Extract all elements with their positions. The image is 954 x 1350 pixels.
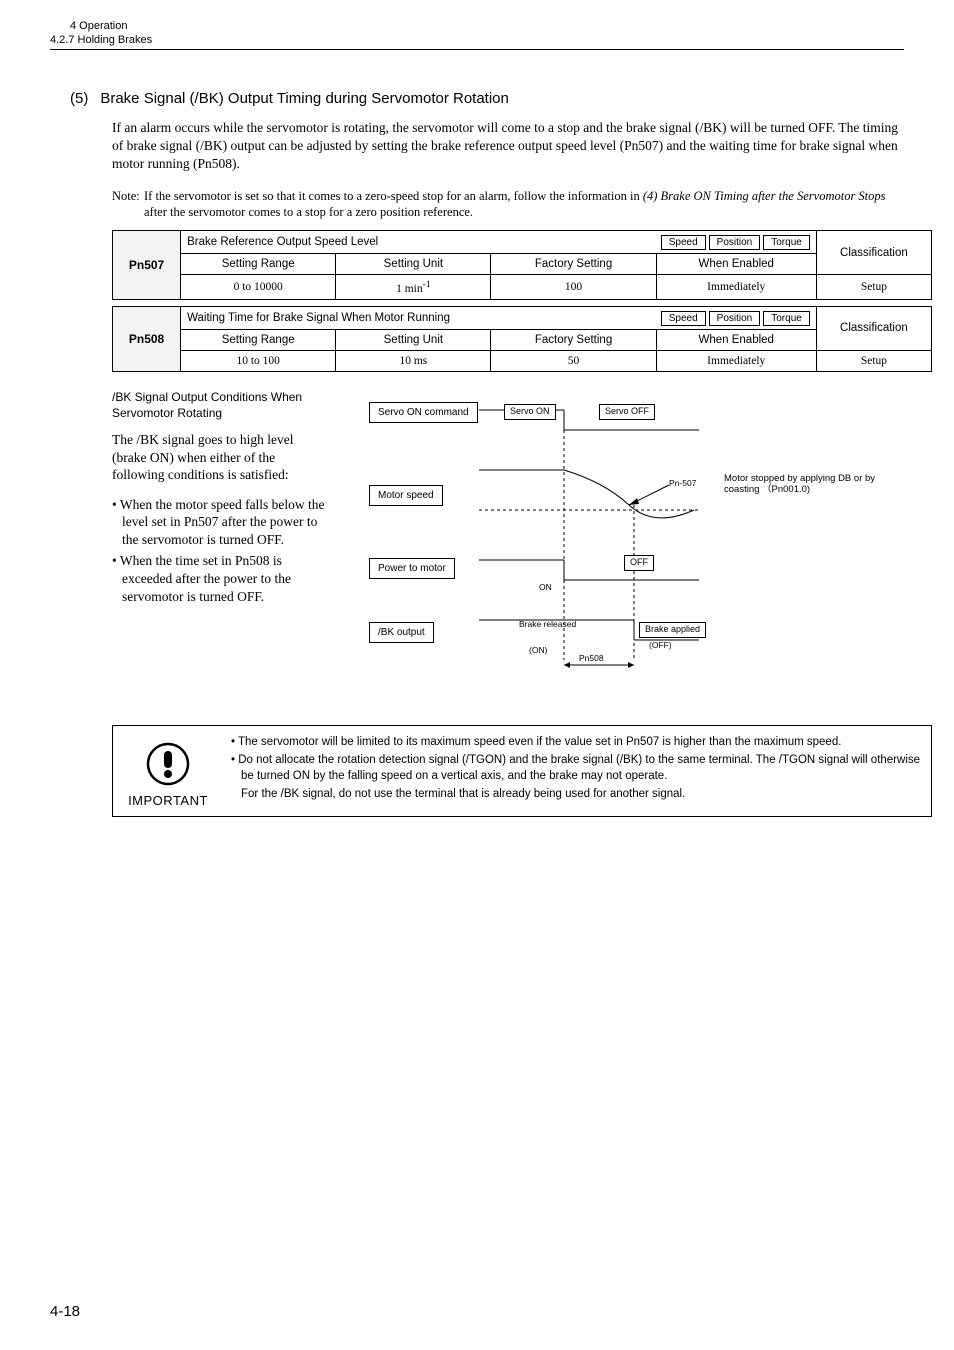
badge-torque: Torque	[763, 311, 810, 326]
th-range: Setting Range	[181, 329, 336, 350]
important-bullet-1: • The servomotor will be limited to its …	[231, 734, 921, 750]
page-number: 4-18	[50, 1303, 80, 1320]
important-label: IMPORTANT	[123, 793, 213, 808]
timing-diagram: Servo ON command Servo ON Servo OFF Moto…	[349, 390, 904, 690]
classification-header: Classification	[816, 306, 931, 350]
badge-position: Position	[709, 311, 761, 326]
th-factory: Factory Setting	[491, 254, 656, 275]
section-header: 4.2.7 Holding Brakes	[50, 34, 904, 46]
pn508-unit: 10 ms	[336, 350, 491, 371]
label-bk-output: /BK output	[369, 622, 434, 643]
off-box: OFF	[624, 555, 654, 571]
pn507-range: 0 to 10000	[181, 275, 336, 300]
badge-speed: Speed	[661, 311, 706, 326]
param-table-pn508: Pn508 Waiting Time for Brake Signal When…	[112, 306, 932, 372]
pn507-id: Pn507	[113, 231, 181, 300]
brake-applied-box: Brake applied	[639, 622, 706, 638]
bk-heading: /BK Signal Output Conditions When Servom…	[112, 390, 329, 421]
important-icon: IMPORTANT	[123, 734, 213, 808]
bk-bullet-2: • When the time set in Pn508 is exceeded…	[112, 552, 329, 605]
th-enabled: When Enabled	[656, 329, 816, 350]
off-tiny: (OFF)	[649, 640, 672, 650]
pn508-id: Pn508	[113, 306, 181, 371]
bk-para: The /BK signal goes to high level (brake…	[112, 431, 329, 484]
section-title: (5) Brake Signal (/BK) Output Timing dur…	[70, 90, 904, 107]
pn507-unit: 1 min-1	[336, 275, 491, 300]
pn507-enabled: Immediately	[656, 275, 816, 300]
important-bullet-2: • Do not allocate the rotation detection…	[231, 752, 921, 784]
pn508-title: Waiting Time for Brake Signal When Motor…	[187, 312, 450, 324]
on-text: ON	[539, 582, 552, 592]
note-ref: (4) Brake ON Timing after the Servomotor…	[643, 189, 886, 203]
note-label: Note:	[112, 188, 140, 204]
label-power-motor: Power to motor	[369, 558, 455, 579]
pn507-annot: Pn-507	[669, 478, 696, 488]
th-unit: Setting Unit	[336, 329, 491, 350]
pn507-class: Setup	[816, 275, 931, 300]
chapter-header: 4 Operation	[70, 20, 904, 32]
classification-header: Classification	[816, 231, 931, 275]
label-servo-on: Servo ON	[504, 404, 556, 420]
pn507-title: Brake Reference Output Speed Level	[187, 236, 378, 248]
label-servo-off: Servo OFF	[599, 404, 655, 420]
label-servo-on-cmd: Servo ON command	[369, 402, 478, 423]
on-tiny: (ON)	[529, 645, 547, 655]
th-factory: Factory Setting	[491, 329, 656, 350]
pn508-factory: 50	[491, 350, 656, 371]
motor-stop-annot: Motor stopped by applying DB or by coast…	[724, 473, 904, 496]
section-number: (5)	[70, 90, 88, 107]
pn508-annot: Pn508	[579, 653, 604, 663]
note-body-1: If the servomotor is set so that it come…	[144, 189, 643, 203]
important-note: IMPORTANT • The servomotor will be limit…	[112, 725, 932, 817]
pn508-class: Setup	[816, 350, 931, 371]
header-rule	[50, 49, 904, 50]
label-motor-speed: Motor speed	[369, 485, 443, 506]
brake-released: Brake released	[519, 620, 576, 629]
bk-bullet-1: • When the motor speed falls below the l…	[112, 496, 329, 549]
section-title-text: Brake Signal (/BK) Output Timing during …	[100, 90, 509, 107]
important-sub: For the /BK signal, do not use the termi…	[231, 786, 921, 802]
note-body-2: after the servomotor comes to a stop for…	[144, 205, 473, 219]
note: Note: If the servomotor is set so that i…	[112, 188, 904, 221]
badge-position: Position	[709, 235, 761, 250]
badge-torque: Torque	[763, 235, 810, 250]
param-table-pn507: Pn507 Brake Reference Output Speed Level…	[112, 230, 932, 300]
intro-paragraph: If an alarm occurs while the servomotor …	[112, 119, 904, 174]
th-enabled: When Enabled	[656, 254, 816, 275]
pn508-range: 10 to 100	[181, 350, 336, 371]
th-range: Setting Range	[181, 254, 336, 275]
pn507-factory: 100	[491, 275, 656, 300]
pn508-enabled: Immediately	[656, 350, 816, 371]
th-unit: Setting Unit	[336, 254, 491, 275]
badge-speed: Speed	[661, 235, 706, 250]
